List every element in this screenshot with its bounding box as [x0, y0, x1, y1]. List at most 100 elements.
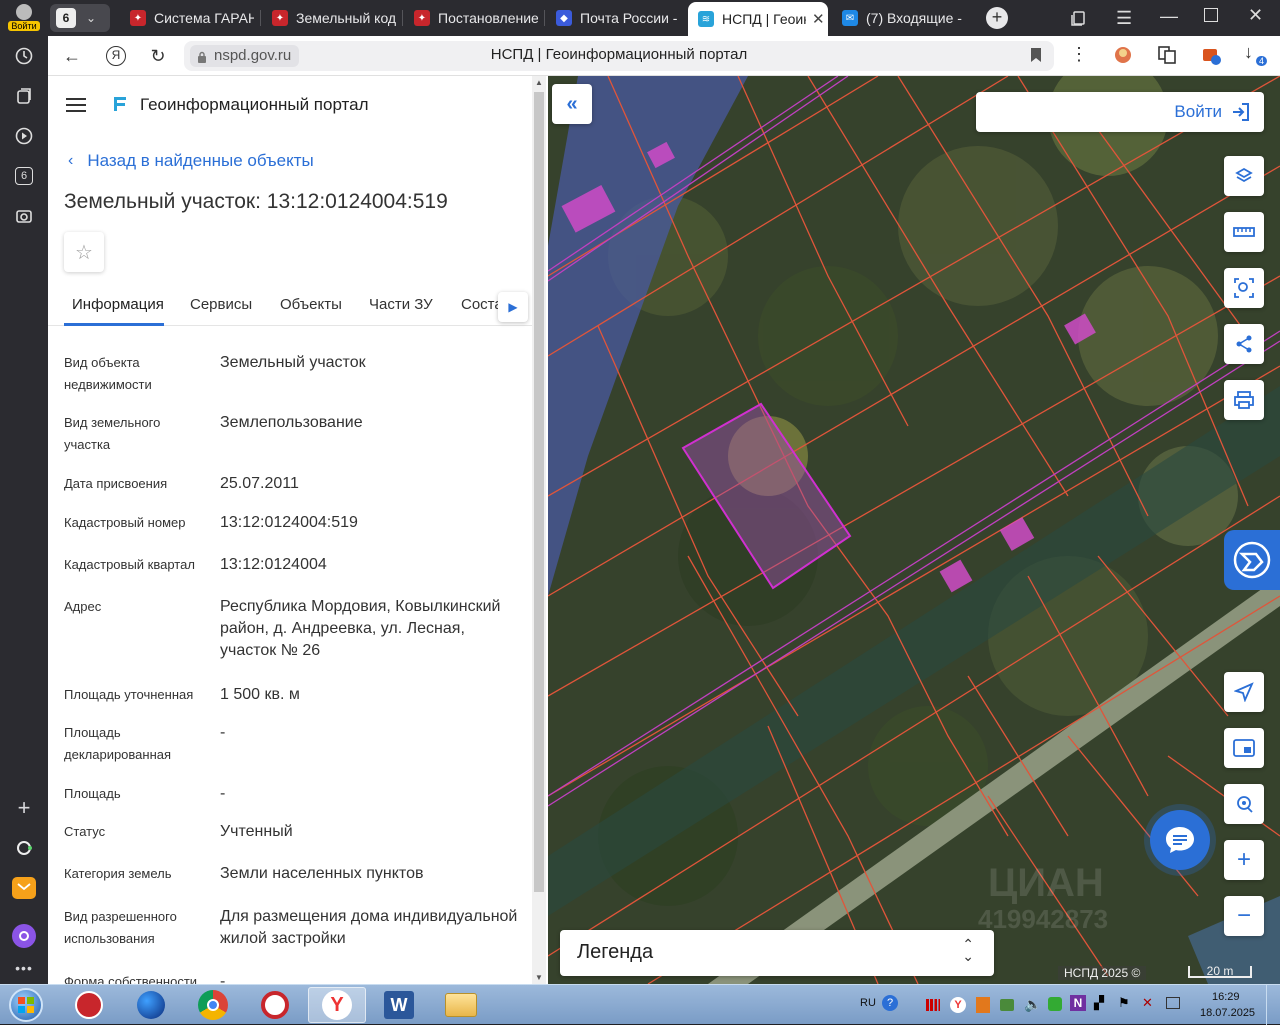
- tab-count-icon[interactable]: 6: [8, 160, 40, 192]
- taskbar-yandex[interactable]: Y: [308, 987, 366, 1023]
- mail-icon[interactable]: [8, 872, 40, 904]
- language-indicator[interactable]: RU: [860, 997, 876, 1009]
- property-label: Площадь декларированная: [64, 725, 172, 762]
- yandex-tray-icon[interactable]: Y: [950, 997, 966, 1013]
- close-tab-icon[interactable]: ✕: [812, 10, 825, 28]
- back-icon[interactable]: ←: [60, 44, 84, 68]
- menu-burger-icon[interactable]: [66, 98, 86, 112]
- map-view[interactable]: ЦИАН 419942873 « Войти + − Легенда ⌃ ⌄ Н…: [548, 76, 1280, 984]
- tab-nspd[interactable]: ≋ НСПД | Геоинформационный портал ✕: [688, 2, 828, 36]
- object-title: Земельный участок: 13:12:0124004:519: [64, 190, 448, 213]
- more-icon[interactable]: •••: [8, 952, 40, 984]
- taskbar-explorer[interactable]: [432, 987, 490, 1023]
- clock-time[interactable]: 16:29: [1212, 991, 1240, 1003]
- close-window-icon[interactable]: ✕: [1248, 5, 1263, 26]
- url-field[interactable]: nspd.gov.ru НСПД | Геоинформационный пор…: [184, 41, 1054, 71]
- mail-favicon-icon: ✉: [842, 10, 858, 26]
- navigation-icon: [1234, 682, 1254, 702]
- extension-2-icon[interactable]: [1156, 44, 1180, 68]
- taskbar-garant[interactable]: [60, 987, 118, 1023]
- network-icon[interactable]: ✕: [1142, 995, 1153, 1011]
- tab-resolution[interactable]: ✦ Постановление: [404, 4, 538, 32]
- property-value: Для размещения дома индивидуальной жилой…: [220, 908, 518, 947]
- property-label: Вид разрешенного использования: [64, 909, 177, 946]
- taskbar-chrome[interactable]: [184, 987, 242, 1023]
- taskbar-word[interactable]: W: [370, 987, 428, 1023]
- history-icon[interactable]: [8, 40, 40, 72]
- back-to-results-link[interactable]: ‹ Назад в найденные объекты: [68, 151, 314, 171]
- new-tab-button[interactable]: +: [986, 7, 1008, 29]
- help-icon[interactable]: ?: [882, 995, 898, 1011]
- garant-favicon-icon: ✦: [130, 10, 146, 26]
- info-panel: Геоинформационный портал ‹ Назад в найде…: [48, 76, 548, 984]
- tray-app3-icon[interactable]: [1048, 997, 1062, 1011]
- screenshot-icon[interactable]: [8, 200, 40, 232]
- locate-button[interactable]: [1224, 672, 1264, 712]
- bookmark-icon[interactable]: [1030, 47, 1042, 68]
- downloads-icon[interactable]: ↓ 4: [1244, 42, 1268, 70]
- tab-information[interactable]: Информация: [72, 296, 164, 313]
- panel-scroll-thumb[interactable]: [534, 92, 544, 892]
- select-area-button[interactable]: [1224, 268, 1264, 308]
- collapse-panel-button[interactable]: «: [552, 84, 592, 124]
- tab-parts[interactable]: Части ЗУ: [369, 296, 433, 313]
- tab-land-code[interactable]: ✦ Земельный кодекс: [262, 4, 396, 32]
- chevron-left-icon: ‹: [68, 152, 74, 169]
- share-button[interactable]: [1224, 324, 1264, 364]
- more-vertical-icon[interactable]: ⋮: [1070, 44, 1088, 65]
- start-button[interactable]: [4, 985, 48, 1025]
- monitor-icon[interactable]: [1166, 997, 1180, 1009]
- tab-counter: 6: [56, 8, 76, 28]
- alice-icon[interactable]: [8, 832, 40, 864]
- ruler-button[interactable]: [1224, 212, 1264, 252]
- video-icon[interactable]: [8, 120, 40, 152]
- tab-objects[interactable]: Объекты: [280, 296, 342, 313]
- yandex-icon[interactable]: Я: [104, 44, 128, 68]
- map-login-button[interactable]: Войти: [976, 92, 1264, 132]
- favorite-star-icon[interactable]: ☆: [64, 232, 104, 272]
- extension-1-icon[interactable]: [1112, 44, 1136, 68]
- print-button[interactable]: [1224, 380, 1264, 420]
- tab-garant[interactable]: ✦ Система ГАРАНТ: [120, 4, 254, 32]
- tab-inbox[interactable]: ✉ (7) Входящие -: [832, 4, 966, 32]
- login-label: Войти: [8, 21, 40, 31]
- taskbar-globe[interactable]: [122, 987, 180, 1023]
- taskbar-ccleaner[interactable]: [246, 987, 304, 1023]
- geolocation-button[interactable]: [1224, 784, 1264, 824]
- bookmarks-panel-icon[interactable]: [1070, 9, 1088, 27]
- property-value: 13:12:0124004:519: [220, 514, 358, 531]
- volume-icon[interactable]: 🔈: [1024, 996, 1041, 1013]
- restore-icon[interactable]: [1204, 8, 1218, 22]
- add-panel-icon[interactable]: +: [8, 792, 40, 824]
- chat-button[interactable]: [1150, 810, 1210, 870]
- clock-date[interactable]: 18.07.2025: [1200, 1007, 1255, 1019]
- property-value: -: [220, 724, 226, 741]
- tray-app-icon[interactable]: [976, 997, 990, 1013]
- picture-in-picture-icon: [1233, 739, 1255, 757]
- tab-group-button[interactable]: 6 ⌄: [50, 4, 110, 32]
- reload-icon[interactable]: ↻: [146, 44, 170, 68]
- yandex-browser-icon: Y: [322, 990, 352, 1020]
- tabs-scroll-right-icon[interactable]: ▶: [498, 292, 528, 322]
- tab-pochta[interactable]: ◆ Почта России -: [546, 4, 680, 32]
- zoom-out-button[interactable]: −: [1224, 896, 1264, 936]
- legend-dropdown[interactable]: Легенда ⌃ ⌄: [560, 930, 994, 976]
- menu-icon[interactable]: ☰: [1116, 8, 1132, 29]
- extension-3-icon[interactable]: [1200, 44, 1224, 68]
- tab-services[interactable]: Сервисы: [190, 296, 252, 313]
- layers-button[interactable]: [1224, 156, 1264, 196]
- side-widget-button[interactable]: [1224, 530, 1280, 590]
- flag-icon[interactable]: ⚑: [1118, 995, 1130, 1011]
- property-label: Дата присвоения: [64, 476, 168, 491]
- zoom-in-button[interactable]: +: [1224, 840, 1264, 880]
- minimap-button[interactable]: [1224, 728, 1264, 768]
- show-desktop-button[interactable]: [1266, 985, 1280, 1025]
- login-button[interactable]: Войти: [4, 2, 44, 34]
- minimize-icon[interactable]: —: [1160, 6, 1178, 27]
- collections-icon[interactable]: [8, 80, 40, 112]
- page-title: НСПД | Геоинформационный портал: [490, 46, 748, 63]
- messenger-icon[interactable]: [8, 920, 40, 952]
- onenote-icon[interactable]: N: [1070, 995, 1086, 1011]
- tray-app4-icon[interactable]: ▞: [1094, 995, 1104, 1011]
- tray-app2-icon[interactable]: [1000, 999, 1014, 1011]
